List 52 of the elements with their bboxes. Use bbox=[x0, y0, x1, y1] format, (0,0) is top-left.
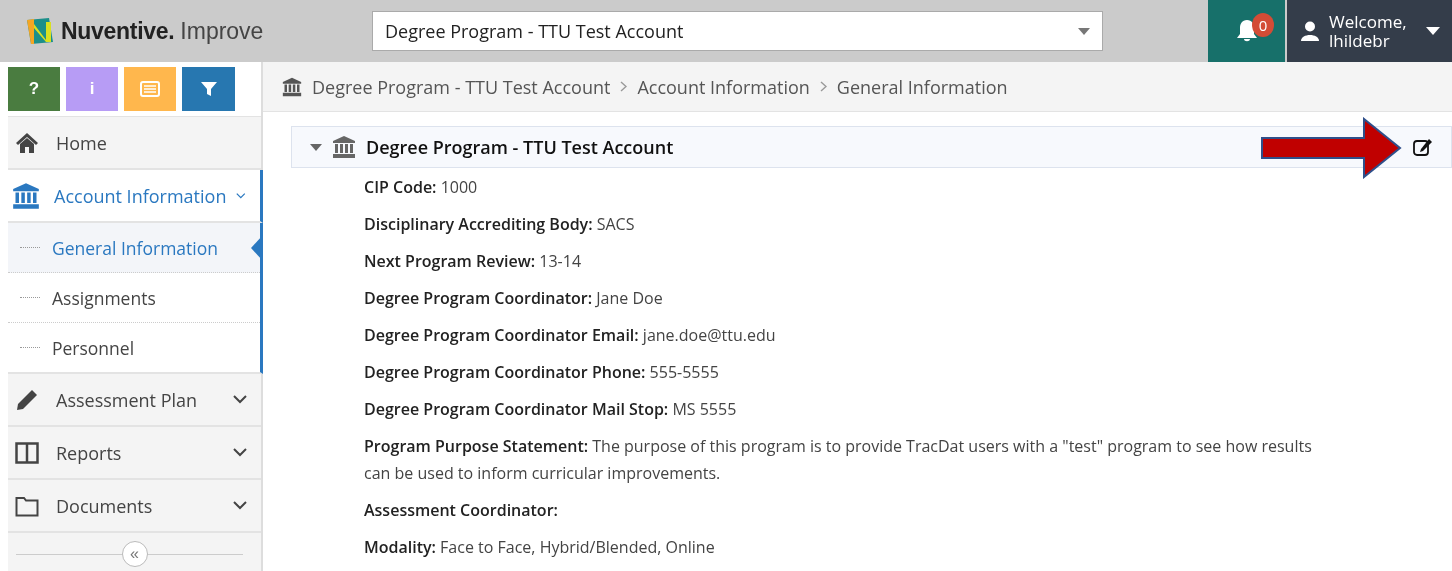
user-menu[interactable]: Welcome, lhildebr bbox=[1287, 0, 1452, 62]
caret-icon bbox=[1078, 27, 1090, 35]
chevron-down-icon bbox=[233, 501, 247, 510]
toolbar-button[interactable]: ? bbox=[8, 67, 60, 111]
logo-text: Nuventive. bbox=[61, 17, 175, 45]
field-text: Degree Program Coordinator: Jane Doe bbox=[364, 286, 664, 311]
field-text: Program Purpose Statement: The purpose of this program is to provide TracDat users with a "test" program to see how results can be used to inform curricular improvements. bbox=[364, 434, 1313, 486]
user-name: lhildebr bbox=[1329, 31, 1390, 50]
welcome-text: Welcome, bbox=[1329, 12, 1407, 31]
collapse-button[interactable]: « bbox=[121, 541, 148, 567]
notifications-button[interactable]: 0 bbox=[1208, 0, 1285, 62]
toggle-icon[interactable] bbox=[310, 143, 322, 151]
field-text: Modality: Face to Face, Hybrid/Blended, Online bbox=[364, 535, 716, 560]
breadcrumb-link[interactable]: General Information bbox=[836, 74, 1008, 99]
chevron-down-icon bbox=[233, 448, 247, 457]
bank-icon bbox=[12, 181, 40, 210]
breadcrumb-link[interactable]: Account Information bbox=[637, 74, 810, 99]
list-icon bbox=[140, 81, 160, 97]
columns-icon bbox=[15, 441, 39, 464]
toolbar-button[interactable] bbox=[182, 67, 235, 111]
bell-icon bbox=[1235, 19, 1258, 43]
notification-count: 0 bbox=[1252, 13, 1274, 37]
caret-icon bbox=[1426, 27, 1440, 35]
logo-icon bbox=[25, 16, 55, 46]
field-text: Next Program Review: 13-14 bbox=[364, 249, 583, 274]
chevron-right-icon bbox=[819, 81, 827, 92]
filter-icon bbox=[200, 81, 217, 97]
account-select[interactable]: Degree Program - TTU Test Account bbox=[372, 11, 1103, 51]
bank-icon bbox=[332, 135, 356, 159]
field-text: Assessment Coordinator: bbox=[364, 498, 559, 523]
nav-item[interactable]: Account Information bbox=[8, 170, 263, 223]
nav-subitem[interactable]: Assignments bbox=[8, 273, 260, 323]
logo-product-text: Improve bbox=[180, 17, 264, 45]
nav-subitem[interactable]: Personnel bbox=[8, 323, 260, 372]
folder-icon bbox=[15, 494, 39, 517]
pencil-icon bbox=[15, 387, 39, 412]
panel-title: Degree Program - TTU Test Account bbox=[366, 135, 674, 159]
breadcrumb-link[interactable]: Degree Program - TTU Test Account bbox=[312, 74, 611, 99]
chevron-down-icon bbox=[236, 191, 246, 200]
field-text: CIP Code: 1000 bbox=[364, 175, 479, 200]
home-icon bbox=[15, 131, 39, 154]
chevron-right-icon bbox=[620, 81, 628, 92]
edit-button[interactable] bbox=[1413, 138, 1433, 156]
field-text: Degree Program Coordinator Phone: 555-5555 bbox=[364, 360, 720, 385]
field-text: Degree Program Coordinator Email: jane.doe@ttu.edu bbox=[364, 323, 777, 348]
chevron-down-icon bbox=[233, 395, 247, 404]
field-text: Disciplinary Accrediting Body: SACS bbox=[364, 212, 636, 237]
bank-icon bbox=[282, 76, 302, 97]
user-icon bbox=[1301, 21, 1319, 41]
nav-subitem[interactable]: General Information bbox=[8, 223, 260, 273]
field-text: Degree Program Coordinator Mail Stop: MS 5555 bbox=[364, 397, 738, 422]
edit-icon bbox=[1413, 138, 1433, 156]
